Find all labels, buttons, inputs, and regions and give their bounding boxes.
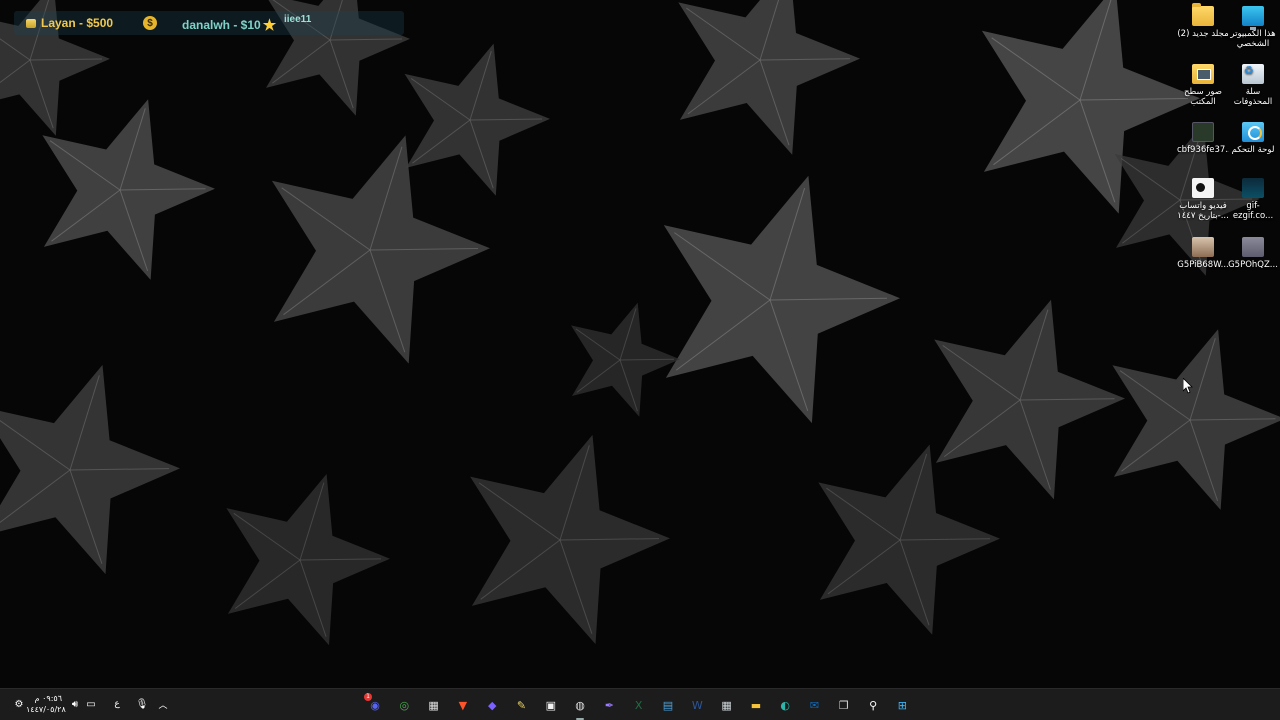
word-icon[interactable]: W [686,694,708,716]
brave-icon[interactable]: ▼ [452,694,474,716]
desktop-icon-new-folder[interactable]: مجلد جديد (2) [1177,3,1229,39]
donation-right-text: iiee11 [284,14,312,25]
taskbar-clock[interactable]: ٠٩:٥٦ م ١٤٤٧/٠٥/٢٨ [26,693,66,715]
donation-item-right: iiee11 [284,14,311,25]
clock-time: ٠٩:٥٦ م [34,694,62,703]
coins-icon [26,18,36,28]
desktop-icon-desktop-photos[interactable]: صور سطح المكتب [1177,64,1229,107]
dollar-coin-icon: $ [143,16,157,30]
taskbar: ⚙ ٠٩:٥٦ م ١٤٤٧/٠٥/٢٨ 🔊︎ ▭ ع 🎙︎ ︿ ◉ 1 ◎ ▦ ▼ ◆ ✎… [0,688,1280,720]
donation-left-text: Layan - $500 [41,16,114,30]
monitor-icon [1242,6,1264,30]
language-indicator[interactable]: ع [110,697,124,711]
chrome-icon[interactable]: ◎ [393,694,415,716]
notes-app-icon[interactable]: ✎ [511,694,533,716]
microsoft-store-icon[interactable]: ▣ [540,694,562,716]
obs-studio-icon[interactable]: ◍ [569,694,591,720]
search-icon[interactable]: ⚲ [862,694,884,716]
clock-date: ١٤٤٧/٠٥/٢٨ [26,705,66,714]
outlook-icon[interactable]: ✉ [804,694,826,716]
desktop-icon-whatsapp-video[interactable]: فيديو واتساب بتاريخ ١٤٤٧-... [1177,178,1229,221]
gif-icon [1242,178,1264,198]
file-explorer-icon[interactable]: ▬ [745,694,767,716]
desktop-icon-gif[interactable]: gif-ezgif.co... [1227,178,1279,221]
task-view-icon[interactable]: ❐ [833,694,855,716]
edge-icon[interactable]: ◐ [774,694,796,716]
notification-badge: 1 [364,693,372,701]
excel-icon[interactable]: X [628,694,650,716]
desktop-icon-this-pc[interactable]: هذا الكمبيوتر الشخصي [1227,6,1279,49]
notepad-icon[interactable]: ▤ [657,694,679,716]
desktop-icon-g5pib68w[interactable]: G5PiB68W... [1177,237,1229,270]
calendar-app-icon[interactable]: ▦ [423,694,445,716]
desktop-icon-g5pohqz[interactable]: G5POhQZ... [1227,237,1279,270]
image-icon [1242,237,1264,257]
feather-app-icon[interactable]: ✒ [598,694,620,716]
control-panel-icon [1242,122,1264,142]
notification-settings-icon[interactable]: ⚙ [12,697,26,711]
donation-mid-text: danalwh - $10 [182,18,261,32]
file-icon [1192,122,1214,142]
image-icon [1192,237,1214,257]
donation-item-mid: danalwh - $10 ★ [182,16,276,34]
desktop-wallpaper [0,0,1280,688]
desktop-icon-control-panel[interactable]: لوحة التحكم [1227,122,1279,155]
desktop-icon-cbf-file[interactable]: cbf936fe37... [1177,122,1229,155]
video-icon [1192,178,1214,198]
proton-vpn-icon[interactable]: ◆ [481,694,503,716]
volume-icon[interactable]: 🔊︎ [68,697,82,711]
start-icon[interactable]: ⊞ [891,694,913,716]
desktop-icon-recycle-bin[interactable]: سلة المحذوفات [1227,64,1279,107]
donation-item-left: Layan - $500 [26,16,113,30]
network-icon[interactable]: ▭ [84,697,98,711]
folder-icon [1192,3,1214,26]
show-hidden-icons-chevron-icon[interactable]: ︿ [156,697,170,711]
photos-folder-icon [1192,64,1214,84]
star-icon: ★ [262,17,277,34]
recycle-bin-icon [1242,64,1264,84]
stream-overlay-bar: Layan - $500 $ danalwh - $10 ★ iiee11 [14,11,404,35]
microphone-icon[interactable]: 🎙︎ [135,697,149,711]
discord-icon[interactable]: ◉ 1 [364,693,386,716]
calculator-icon[interactable]: ▦ [716,694,738,716]
